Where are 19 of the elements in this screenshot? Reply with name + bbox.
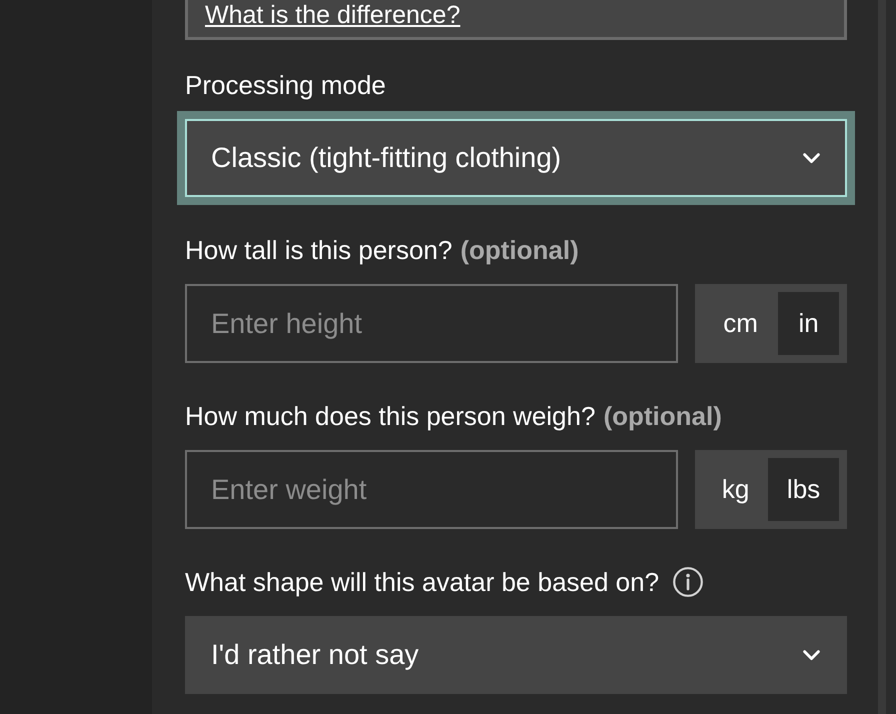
text-input[interactable]: Enter weight (185, 450, 678, 529)
optional-hint: (optional) (603, 401, 722, 431)
unit-option[interactable]: kg (703, 458, 768, 521)
unit-toggle[interactable]: cm in (695, 284, 847, 363)
chevron-down-icon (803, 152, 820, 164)
unit-toggle[interactable]: kg lbs (695, 450, 847, 529)
unit-option[interactable]: lbs (768, 458, 839, 521)
unit-option[interactable]: in (778, 292, 840, 355)
field-label: How tall is this person? (185, 235, 452, 265)
field-label: What shape will this avatar be based on? (185, 567, 660, 597)
dropdown-select[interactable]: I'd rather not say (185, 616, 847, 694)
optional-hint: (optional) (460, 235, 579, 265)
unit-option[interactable]: cm (703, 292, 778, 355)
field-label: How much does this person weigh? (185, 401, 596, 431)
dropdown-select[interactable]: Classic (tight-fitting clothing) (177, 111, 855, 205)
difference-link[interactable]: What is the difference? (205, 1, 460, 29)
text-input[interactable]: Enter height (185, 284, 678, 363)
field-label: Processing mode (185, 70, 386, 100)
chevron-down-icon (803, 650, 820, 660)
